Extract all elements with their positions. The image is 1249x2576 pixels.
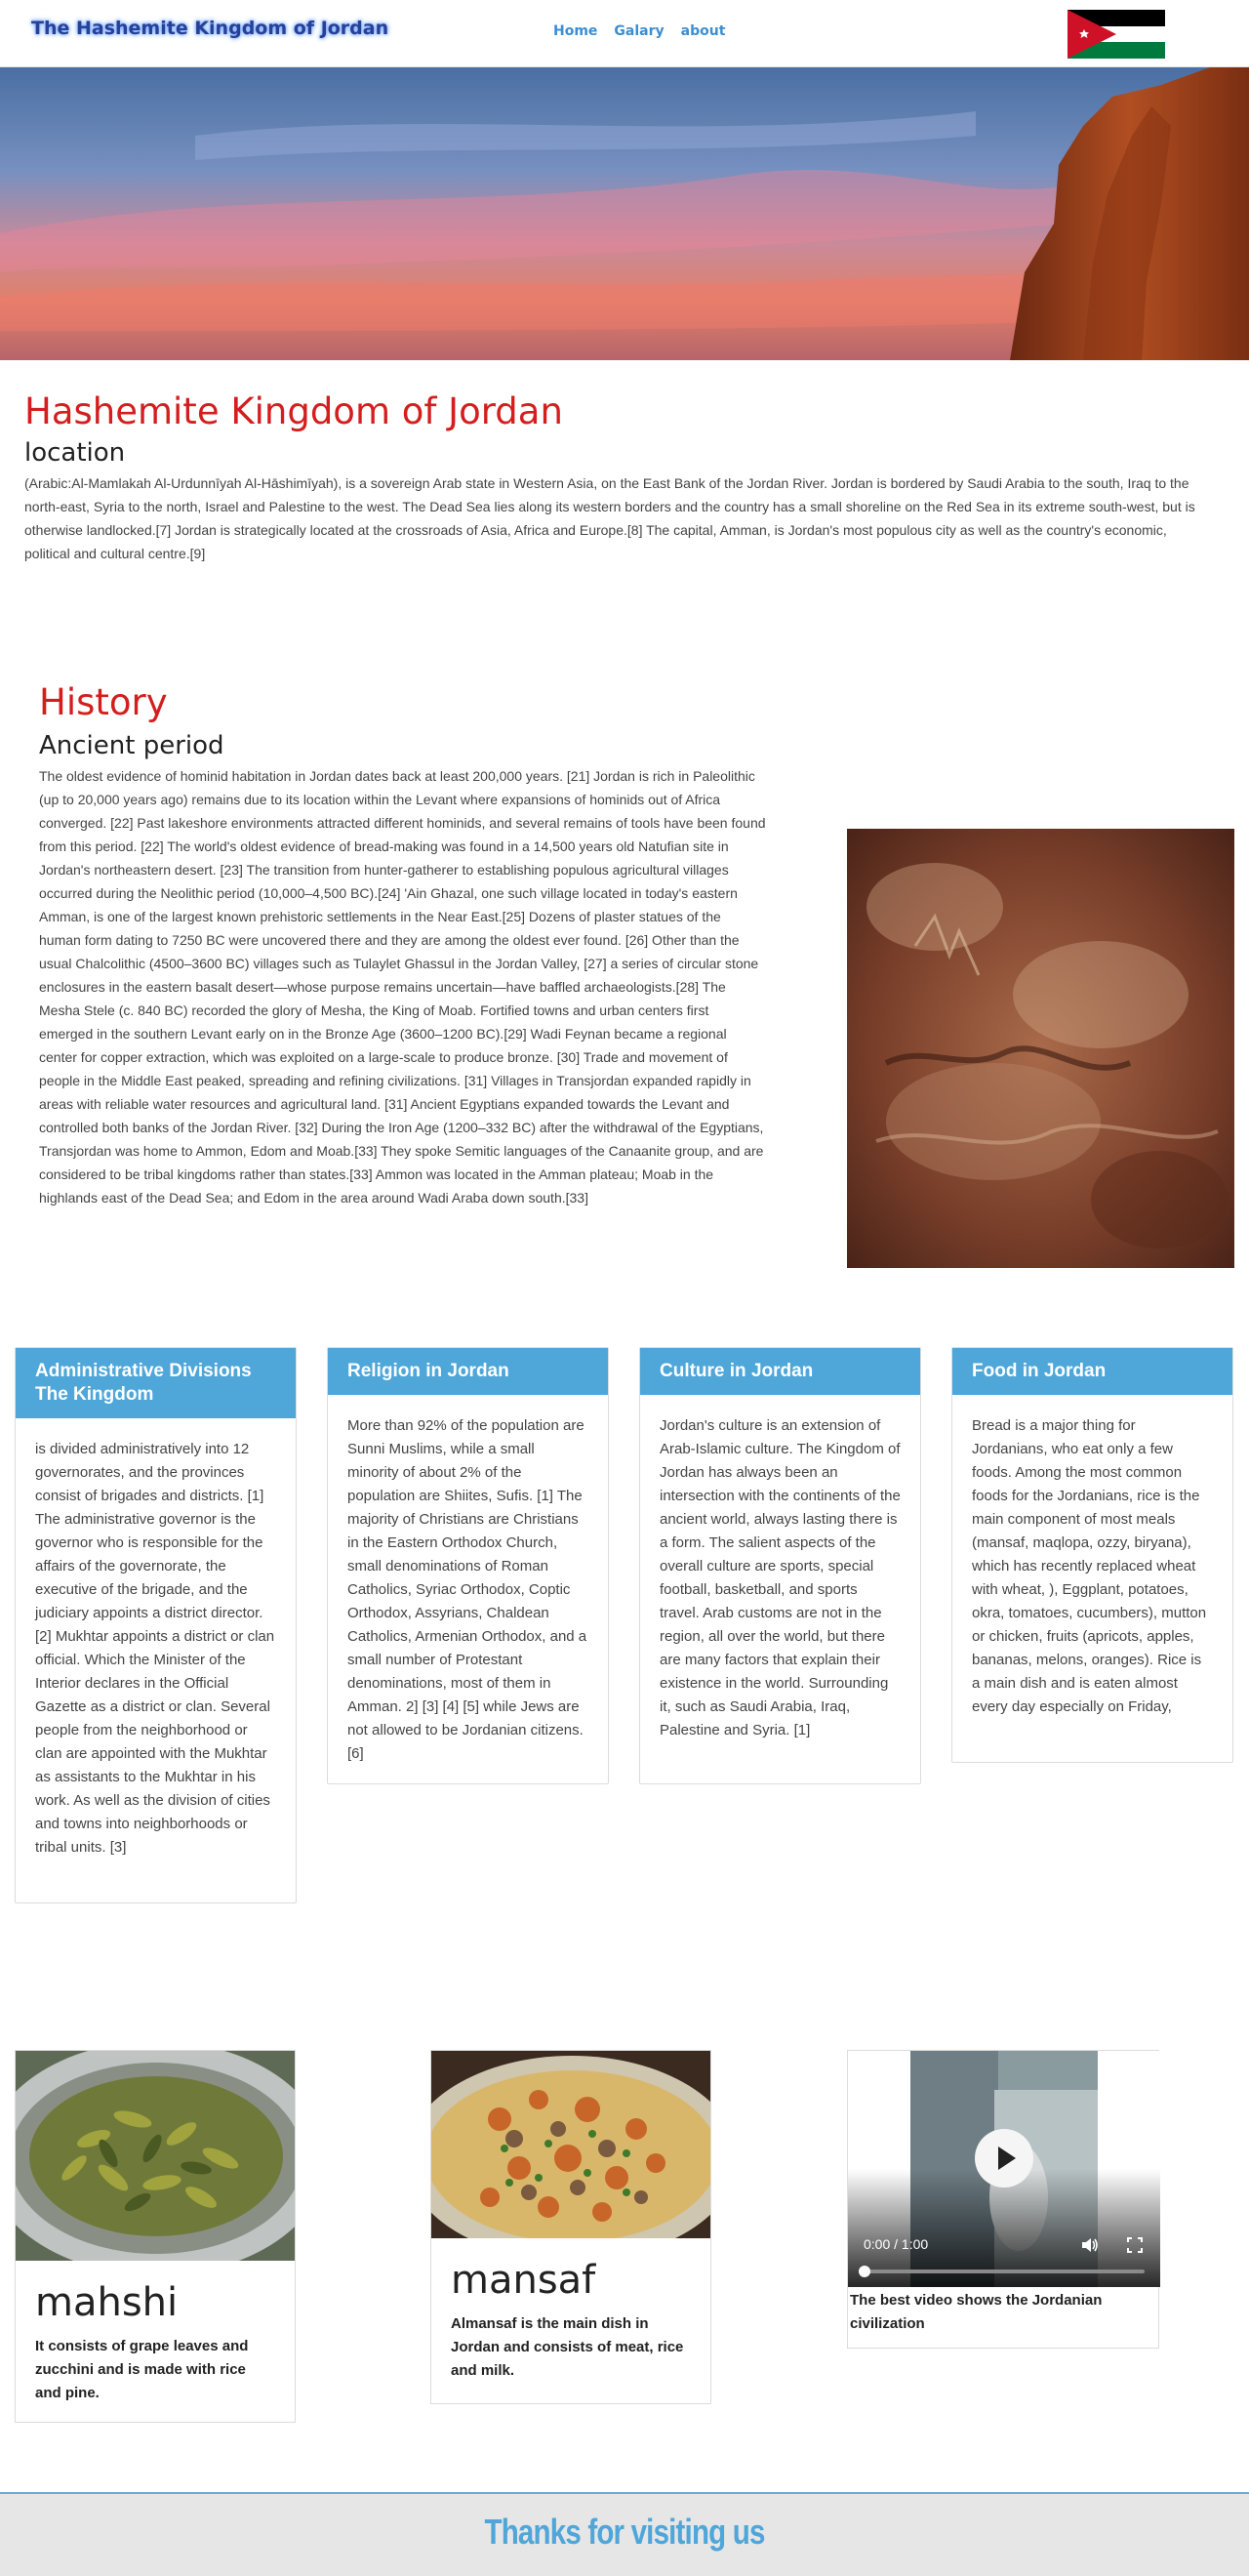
video-caption: The best video shows the Jordanian civil… [850,2292,1103,2332]
panel-heading: Religion in Jordan [328,1348,608,1395]
food-card-mahshi: mahshi It consists of grape leaves and z… [15,2050,296,2423]
video-seek-handle[interactable] [859,2266,870,2277]
nav-link-home[interactable]: Home [553,23,597,39]
history-title: History [39,681,168,723]
hero-banner-image [0,67,1249,360]
panel-heading: Culture in Jordan [640,1348,920,1395]
food-name: mansaf [451,2258,596,2303]
intro-section: Hashemite Kingdom of Jordan location (Ar… [24,390,1205,565]
intro-subtitle: location [24,438,126,468]
rock-art-image [847,829,1234,1268]
panel-body: Bread is a major thing for Jordanians, w… [972,1417,1207,1715]
intro-title: Hashemite Kingdom of Jordan [24,390,563,432]
mansaf-image [431,2051,710,2238]
brand-logo-text[interactable]: The Hashemite Kingdom of Jordan [31,18,388,39]
panel-religion: Religion in Jordan More than 92% of the … [327,1347,609,1784]
navbar: The Hashemite Kingdom of Jordan Home Gal… [0,0,1249,67]
panel-heading: Administrative Divisions The Kingdom [16,1348,296,1418]
history-section: History Ancient period The oldest eviden… [39,681,766,1209]
fullscreen-icon[interactable] [1127,2237,1143,2253]
panel-food: Food in Jordan Bread is a major thing fo… [951,1347,1233,1763]
panel-administrative-divisions: Administrative Divisions The Kingdom is … [15,1347,297,1903]
panel-body: is divided administratively into 12 gove… [35,1441,275,1856]
panel-culture: Culture in Jordan Jordan's culture is an… [639,1347,921,1784]
nav-link-galary[interactable]: Galary [614,23,664,39]
nav-link-about[interactable]: about [681,23,726,39]
jordan-flag-icon [1068,10,1165,59]
food-description: Almansaf is the main dish in Jordan and … [451,2315,684,2379]
video-seek-bar[interactable] [859,2266,1145,2277]
video-card: 0:00 / 1:00 The best video shows the Jor… [847,2050,1160,2349]
nav-links: Home Galary about [553,23,725,39]
play-icon [998,2147,1016,2170]
panel-body: More than 92% of the population are Sunn… [347,1417,587,1762]
panel-body: Jordan's culture is an extension of Arab… [660,1417,901,1738]
food-card-mansaf: mansaf Almansaf is the main dish in Jord… [430,2050,711,2404]
history-subtitle: Ancient period [39,731,224,760]
play-button[interactable] [975,2129,1033,2188]
footer-thanks-text: Thanks for visiting us [484,2512,765,2552]
mahshi-image [16,2051,295,2261]
history-text: The oldest evidence of hominid habitatio… [39,768,766,1206]
food-description: It consists of grape leaves and zucchini… [35,2338,249,2401]
intro-text: (Arabic:Al-Mamlakah Al-Urdunnīyah Al-Hās… [24,475,1195,561]
video-time: 0:00 / 1:00 [864,2236,929,2252]
food-name: mahshi [35,2280,179,2325]
video-player[interactable]: 0:00 / 1:00 [848,2051,1160,2287]
footer: Thanks for visiting us [0,2492,1249,2576]
panel-heading: Food in Jordan [952,1348,1232,1395]
volume-icon[interactable] [1080,2236,1100,2254]
